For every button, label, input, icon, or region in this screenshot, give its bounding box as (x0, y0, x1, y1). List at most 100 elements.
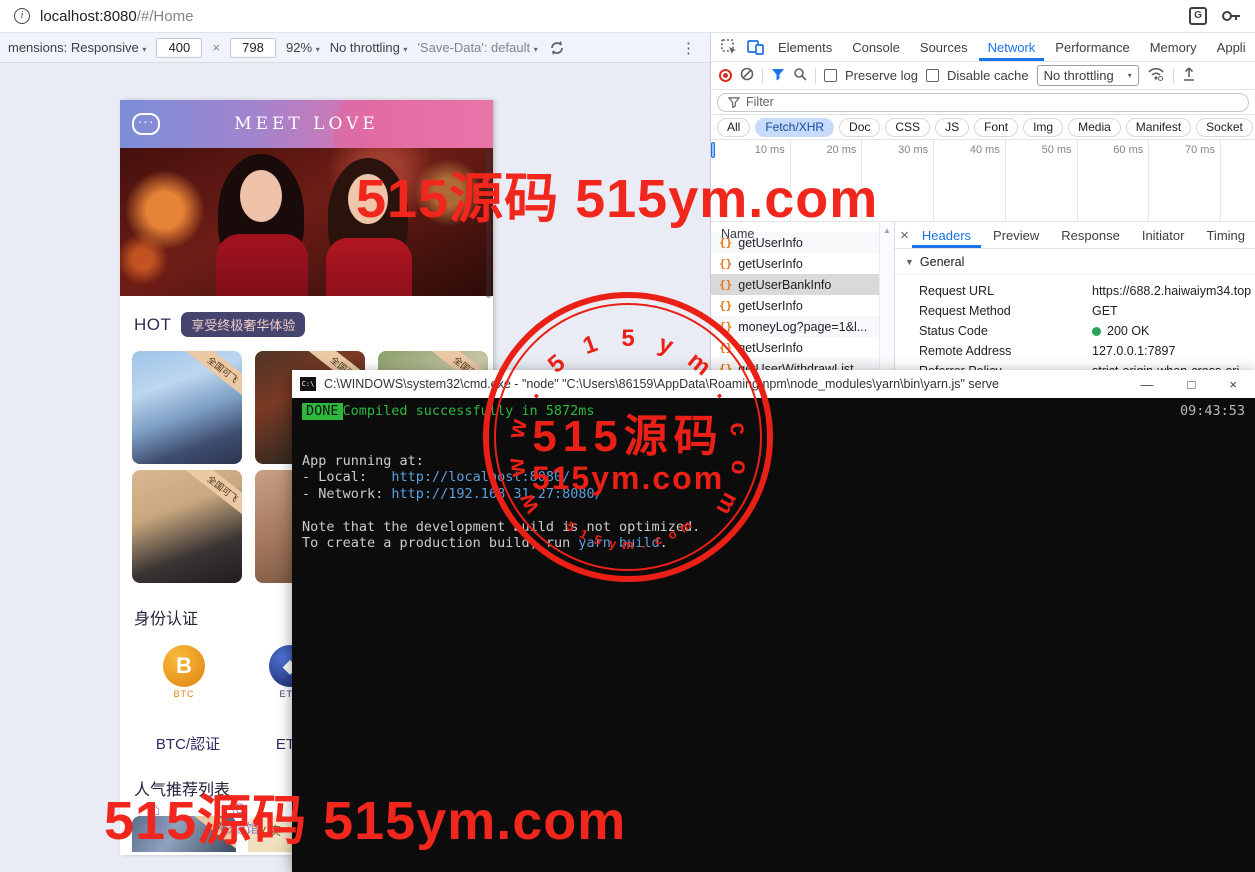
cmd-icon: C:\ (300, 377, 316, 391)
header-label: Status Code (919, 324, 1092, 338)
chip-js[interactable]: JS (935, 118, 969, 137)
card-ribbon: 全国可飞 (182, 470, 242, 523)
disable-cache-label[interactable]: Disable cache (947, 68, 1029, 83)
stamp-arc-char: 5 (617, 325, 639, 353)
watermark-stamp: www.515ym.com 515ym.com 515源码 515ym.com (483, 292, 773, 582)
tab-memory[interactable]: Memory (1141, 33, 1206, 61)
chip-socket[interactable]: Socket (1196, 118, 1253, 137)
stamp-domain-text: 515ym.com (483, 460, 773, 497)
preserve-log-label[interactable]: Preserve log (845, 68, 918, 83)
header-value: GET (1092, 304, 1118, 318)
terminal-line (302, 420, 1245, 437)
request-row[interactable]: {}getUserInfo (711, 253, 880, 274)
width-input[interactable]: 400 (156, 38, 202, 58)
zoom-select[interactable]: 92% ▾ (286, 40, 320, 55)
request-name: getUserInfo (738, 236, 803, 250)
details-tab-preview[interactable]: Preview (983, 222, 1049, 248)
btc-icon[interactable]: BBTC (154, 645, 214, 699)
terminal-line: - Local: http://localhost:8080/ (302, 469, 1245, 486)
watermark-text-bottom: 515源码 515ym.com (104, 776, 626, 855)
network-toolbar: Preserve log Disable cache No throttling… (711, 62, 1255, 90)
header-value: 127.0.0.1:7897 (1092, 344, 1175, 358)
details-tab-initiator[interactable]: Initiator (1132, 222, 1195, 248)
inspect-element-icon[interactable] (717, 36, 741, 58)
disable-cache-checkbox[interactable] (926, 69, 939, 82)
json-request-icon: {} (719, 257, 732, 270)
chip-media[interactable]: Media (1068, 118, 1121, 137)
json-request-icon: {} (719, 236, 732, 249)
tab-performance[interactable]: Performance (1046, 33, 1138, 61)
terminal-line: Note that the development build is not o… (302, 519, 1245, 536)
preserve-log-checkbox[interactable] (824, 69, 837, 82)
header-row: Request MethodGET (895, 301, 1255, 321)
search-icon[interactable] (793, 67, 807, 84)
model-photo-card[interactable]: 全国可飞 (132, 351, 242, 464)
tab-appli[interactable]: Appli (1208, 33, 1255, 61)
hot-badge: 享受终极奢华体验 (181, 312, 305, 337)
done-badge: DONE (302, 403, 343, 420)
compile-timestamp: 09:43:53 (1180, 403, 1245, 420)
chip-manifest[interactable]: Manifest (1126, 118, 1191, 137)
height-input[interactable]: 798 (230, 38, 276, 58)
model-photo-card[interactable]: 全国可飞 (132, 470, 242, 583)
tab-elements[interactable]: Elements (769, 33, 841, 61)
hot-label: HOT (134, 315, 171, 335)
header-row: Status Code200 OK (895, 321, 1255, 341)
details-tab-timing[interactable]: Timing (1196, 222, 1255, 248)
key-icon[interactable] (1221, 9, 1241, 23)
minimize-icon[interactable]: — (1141, 377, 1154, 392)
rotate-icon[interactable] (548, 40, 566, 56)
close-details-icon[interactable]: × (899, 227, 910, 244)
chip-img[interactable]: Img (1023, 118, 1063, 137)
header-label: Remote Address (919, 344, 1092, 358)
app-header: ··· MEET LOVE (120, 100, 493, 148)
clear-network-log-icon[interactable] (740, 67, 754, 84)
url-text[interactable]: localhost:8080/#/Home (40, 8, 193, 25)
devtools-tab-bar: ElementsConsoleSourcesNetworkPerformance… (711, 33, 1255, 62)
save-data-select[interactable]: 'Save-Data': default ▾ (417, 40, 537, 55)
throttling-dropdown[interactable]: No throttling▾ (1037, 65, 1139, 86)
watermark-text-top: 515源码 515ym.com (356, 154, 878, 233)
network-conditions-icon[interactable] (1147, 67, 1165, 84)
terminal-line: App running at: (302, 453, 1245, 470)
maximize-icon[interactable]: □ (1188, 377, 1196, 392)
site-info-icon[interactable]: i (14, 8, 30, 24)
details-tab-bar: × HeadersPreviewResponseInitiatorTiming (895, 222, 1255, 249)
browser-address-bar: i localhost:8080/#/Home G (0, 0, 1255, 33)
close-icon[interactable]: × (1229, 377, 1237, 392)
btc-verify-label[interactable]: BTC/認证 (148, 733, 228, 754)
general-rows: Request URLhttps://688.2.haiwaiym34.topR… (895, 275, 1255, 381)
chip-font[interactable]: Font (974, 118, 1018, 137)
details-tab-response[interactable]: Response (1051, 222, 1130, 248)
throttling-select[interactable]: No throttling ▾ (330, 40, 408, 55)
json-request-icon: {} (719, 278, 732, 291)
tab-console[interactable]: Console (843, 33, 909, 61)
chip-doc[interactable]: Doc (839, 118, 880, 137)
chip-css[interactable]: CSS (885, 118, 930, 137)
device-toolbar-menu-icon[interactable]: ⋮ (681, 39, 702, 57)
chip-fetch/xhr[interactable]: Fetch/XHR (755, 118, 834, 137)
terminal-line: To create a production build, run yarn b… (302, 535, 1245, 552)
toggle-device-toolbar-icon[interactable] (743, 36, 767, 58)
general-section-header[interactable]: ▼ General (895, 249, 1255, 275)
request-type-chips: All Fetch/XHR Doc CSS JS Font Img Media Manifest… (711, 115, 1255, 140)
dimensions-times: × (212, 40, 220, 55)
header-row: Remote Address127.0.0.1:7897 (895, 341, 1255, 361)
card-ribbon: 全国可飞 (182, 351, 242, 404)
tab-network[interactable]: Network (979, 33, 1045, 61)
filter-icon[interactable] (771, 68, 785, 84)
translate-icon[interactable]: G (1189, 7, 1207, 25)
network-filter-input[interactable]: Filter (717, 93, 1249, 112)
cmd-titlebar[interactable]: C:\ C:\WINDOWS\system32\cmd.exe - "node"… (292, 370, 1255, 398)
chip-all[interactable]: All (717, 118, 750, 137)
tab-sources[interactable]: Sources (911, 33, 977, 61)
details-tab-headers[interactable]: Headers (912, 222, 981, 248)
dimensions-select[interactable]: mensions: Responsive ▾ (8, 40, 146, 55)
terminal-line (302, 436, 1245, 453)
record-network-log-icon[interactable] (719, 69, 732, 82)
header-label: Request Method (919, 304, 1092, 318)
header-value: 200 OK (1092, 324, 1149, 338)
header-label: Request URL (919, 284, 1092, 298)
status-ok-dot (1092, 327, 1101, 336)
import-har-icon[interactable] (1182, 67, 1196, 85)
